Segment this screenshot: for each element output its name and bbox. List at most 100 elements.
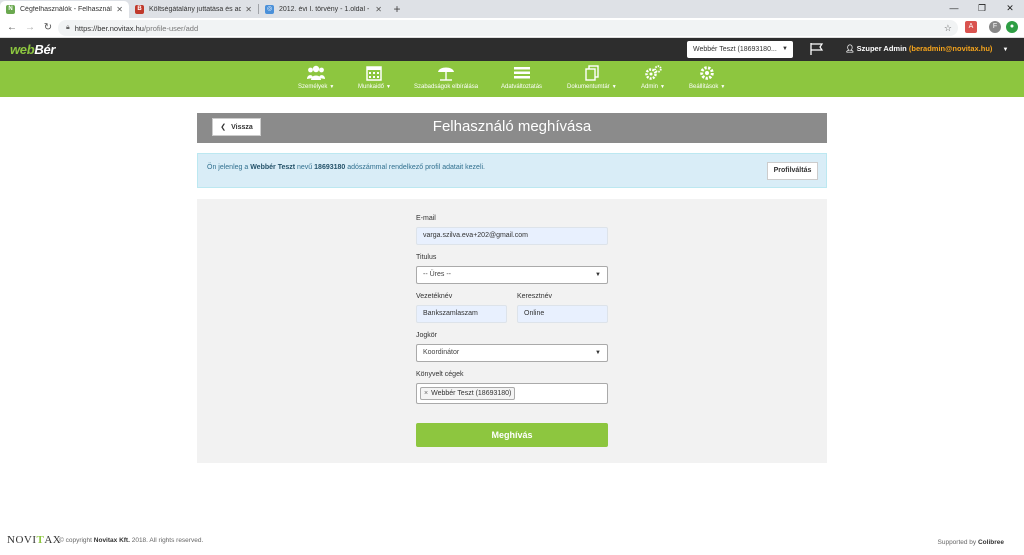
- lastname-label: Vezetéknév: [416, 293, 453, 300]
- profile-extension-icon[interactable]: F: [989, 21, 1001, 33]
- back-arrow-icon[interactable]: ←: [3, 22, 21, 33]
- nav-item-munkaido[interactable]: Munkaidő ▼: [358, 65, 391, 90]
- beach-umbrella-icon: [438, 67, 455, 81]
- invite-submit-button[interactable]: Meghívás: [416, 423, 608, 447]
- lastname-field[interactable]: Bankszamlaszam: [416, 305, 507, 323]
- nav-label: Személyek: [298, 84, 328, 90]
- close-tab-icon[interactable]: ✕: [116, 5, 123, 14]
- globe-favicon-icon: ◎: [265, 5, 274, 14]
- bookmark-star-icon[interactable]: ☆: [944, 23, 952, 34]
- caret-down-icon: ▼: [329, 84, 335, 90]
- info-text: Ön jelenleg a Webbér Teszt nevű 18693180…: [207, 164, 485, 171]
- restore-icon[interactable]: ❐: [968, 0, 996, 16]
- new-tab-icon[interactable]: +: [388, 2, 406, 16]
- url-input[interactable]: 🔒︎ https://ber.novitax.hu/profile-user/a…: [58, 20, 958, 36]
- nav-item-adatvaltoztatas[interactable]: Adatváltoztatás: [501, 65, 542, 90]
- user-menu[interactable]: 👤︎ Szuper Admin (beradmin@novitax.hu) ▼: [845, 44, 1008, 53]
- nav-label: Dokumentumtár: [567, 84, 610, 90]
- caret-down-icon: ▼: [782, 46, 788, 52]
- pdf-extension-icon[interactable]: A: [965, 21, 977, 33]
- nav-item-szabadsagok[interactable]: Szabadságok elbírálása: [414, 65, 478, 90]
- companies-label: Könyvelt cégek: [416, 371, 464, 378]
- browser-tab-2[interactable]: B Költségátalány juttatása és adózá ✕: [129, 1, 258, 18]
- caret-down-icon: ▼: [595, 272, 601, 278]
- company-select-value: Webbér Teszt (18693180...: [693, 46, 777, 53]
- firstname-label: Keresztnév: [517, 293, 553, 300]
- url-path: /profile-user/add: [143, 23, 199, 33]
- role-select[interactable]: Koordinátor ▼: [416, 344, 608, 362]
- address-bar: ← → ↻ 🔒︎ https://ber.novitax.hu/profile-…: [0, 18, 1024, 38]
- people-icon: [307, 65, 326, 80]
- nav-label: Admin: [641, 84, 659, 90]
- green-extension-icon[interactable]: ●: [1006, 21, 1018, 33]
- url-host: https://ber.novitax.hu: [74, 23, 144, 33]
- caret-down-icon: ▼: [720, 84, 726, 90]
- edge-mark: [0, 72, 3, 75]
- user-email: (beradmin@novitax.hu): [908, 44, 993, 53]
- logo-prefix: web: [10, 42, 35, 57]
- browser-tab-3[interactable]: ◎ 2012. évi I. törvény - 1.oldal - Ha ✕: [259, 1, 388, 18]
- title-label: Titulus: [416, 254, 437, 261]
- nav-item-admin[interactable]: Admin ▼: [641, 65, 665, 90]
- tab-title: 2012. évi I. törvény - 1.oldal - Ha: [279, 6, 372, 13]
- forward-arrow-icon[interactable]: →: [21, 22, 39, 33]
- user-icon: 👤︎: [845, 44, 857, 53]
- profile-info-alert: Ön jelenleg a Webbér Teszt nevű 18693180…: [197, 153, 827, 188]
- browser-tab-1[interactable]: N Cégfelhasználók - Felhasználó m ✕: [0, 1, 129, 18]
- novitax-favicon-icon: N: [6, 5, 15, 14]
- calendar-icon: [366, 66, 383, 81]
- supported-by-text: Supported by Colibree: [937, 539, 1005, 546]
- caret-down-icon: ▼: [1002, 47, 1009, 53]
- reload-icon[interactable]: ↻: [39, 22, 57, 33]
- role-select-value: Koordinátor: [423, 349, 460, 356]
- caret-down-icon: ▼: [595, 350, 601, 356]
- profile-switch-button[interactable]: Profilváltás: [767, 162, 818, 180]
- list-icon: [513, 67, 530, 79]
- remove-tag-icon[interactable]: ×: [424, 390, 428, 397]
- documents-icon: [585, 65, 599, 81]
- info-company: Webbér Teszt: [250, 164, 296, 171]
- close-tab-icon[interactable]: ✕: [375, 5, 382, 14]
- caret-down-icon: ▼: [660, 84, 665, 90]
- companies-multiselect[interactable]: × Webbér Teszt (18693180): [416, 383, 608, 404]
- bank-favicon-icon: B: [135, 5, 144, 14]
- webber-logo[interactable]: webBér: [10, 42, 55, 57]
- role-label: Jogkör: [416, 332, 438, 339]
- invite-user-form: E-mail varga.szilva.eva+202@gmail.com Ti…: [197, 199, 827, 463]
- logo-suffix: Bér: [34, 42, 56, 57]
- user-name: Szuper Admin: [856, 44, 907, 53]
- company-tag: × Webbér Teszt (18693180): [420, 387, 516, 400]
- browser-tab-bar: N Cégfelhasználók - Felhasználó m ✕ B Kö…: [0, 0, 1024, 18]
- tab-title: Költségátalány juttatása és adózá: [149, 6, 242, 13]
- page-title-bar: ❮ Vissza Felhasználó meghívása: [197, 113, 827, 143]
- title-select[interactable]: -- Üres -- ▼: [416, 266, 608, 284]
- app-header: webBér Webbér Teszt (18693180... ▼ 👤︎ Sz…: [0, 38, 1024, 61]
- close-window-icon[interactable]: ✕: [996, 0, 1024, 16]
- email-field[interactable]: varga.szilva.eva+202@gmail.com: [416, 227, 608, 245]
- caret-down-icon: ▼: [611, 84, 617, 90]
- copyright-text: © copyright Novitax Kft. 2018. All right…: [59, 537, 204, 544]
- company-select[interactable]: Webbér Teszt (18693180... ▼: [687, 41, 793, 58]
- gear-icon: [700, 66, 714, 80]
- nav-label: Adatváltoztatás: [501, 84, 543, 90]
- lock-icon: 🔒︎: [66, 24, 70, 31]
- company-tag-label: Webbér Teszt (18693180): [431, 390, 512, 397]
- title-select-value: -- Üres --: [423, 271, 451, 278]
- email-label: E-mail: [416, 215, 436, 222]
- firstname-field[interactable]: Online: [517, 305, 608, 323]
- close-tab-icon[interactable]: ✕: [245, 5, 252, 14]
- novitax-logo: NOVITAX: [7, 534, 62, 546]
- flag-icon[interactable]: [810, 43, 824, 55]
- minimize-icon[interactable]: —: [940, 0, 968, 16]
- nav-item-dokumentumtar[interactable]: Dokumentumtár ▼: [567, 65, 617, 90]
- main-navigation: Személyek ▼ Munkaidő ▼ Szabadságok elbírál…: [0, 61, 1024, 97]
- nav-item-beallitasok[interactable]: Beállítások ▼: [689, 65, 725, 90]
- window-controls: — ❐ ✕: [940, 0, 1024, 16]
- nav-label: Beállítások: [689, 84, 719, 90]
- page-title: Felhasználó meghívása: [432, 118, 592, 135]
- caret-down-icon: ▼: [386, 84, 391, 90]
- info-tax-number: 18693180: [314, 164, 346, 171]
- nav-item-szemelyek[interactable]: Személyek ▼: [298, 65, 334, 90]
- edge-mark: [0, 82, 3, 85]
- tab-title: Cégfelhasználók - Felhasználó m: [20, 6, 113, 13]
